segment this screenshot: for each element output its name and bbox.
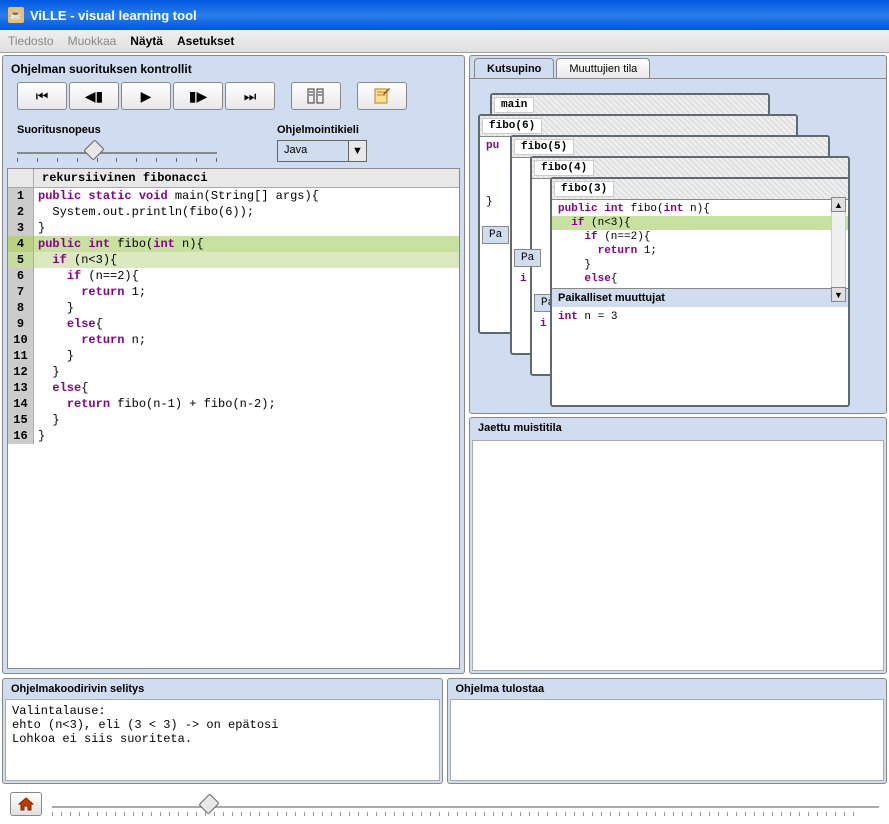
- callstack-content: main fibo(6) pu } fibo(5) fibo(4) Pa Pa …: [470, 78, 886, 413]
- frame-title: fibo(3): [554, 181, 614, 197]
- code-line[interactable]: 5 if (n<3){: [8, 252, 459, 268]
- peek-pa: Pa: [482, 226, 509, 244]
- shared-memory-body: [472, 440, 884, 671]
- explanation-body: Valintalause: ehto (n<3), eli (3 < 3) ->…: [5, 699, 440, 781]
- window-title: ViLLE - visual learning tool: [30, 8, 197, 23]
- controls-row: ⏮ ◀▮ ▶ ▮▶ ⏭: [3, 82, 464, 118]
- code-line[interactable]: 11 }: [8, 348, 459, 364]
- speed-label: Suoritusnopeus: [17, 124, 217, 136]
- frame-title: fibo(6): [482, 118, 542, 134]
- speed-col: Suoritusnopeus: [17, 124, 217, 160]
- tab-row: Kutsupino Muuttujien tila: [470, 56, 886, 79]
- menubar: Tiedosto Muokkaa Näytä Asetukset: [0, 30, 889, 53]
- language-select[interactable]: Java ▼: [277, 140, 367, 162]
- compare-button[interactable]: [291, 82, 341, 110]
- code-line[interactable]: 13 else{: [8, 380, 459, 396]
- play-button[interactable]: ▶: [121, 82, 171, 110]
- home-button[interactable]: [10, 792, 42, 816]
- locals-header: Paikalliset muuttujat: [552, 288, 848, 307]
- code-line[interactable]: 10 return n;: [8, 332, 459, 348]
- output-title: Ohjelma tulostaa: [448, 679, 887, 699]
- home-icon: [18, 797, 34, 811]
- speed-slider[interactable]: [17, 140, 217, 160]
- language-value: Java: [278, 141, 348, 161]
- fast-forward-button[interactable]: ⏭: [225, 82, 275, 110]
- code-line[interactable]: 4public int fibo(int n){: [8, 236, 459, 252]
- frame-title: fibo(4): [534, 160, 594, 176]
- peek-pa2: Pa: [514, 249, 541, 267]
- locals-body: int n = 3: [552, 307, 848, 327]
- shared-memory-panel: Jaettu muistitila: [469, 417, 887, 674]
- java-icon: ☕: [8, 7, 24, 23]
- scroll-up-icon[interactable]: ▲: [831, 197, 846, 212]
- edit-document-button[interactable]: [357, 82, 407, 110]
- step-back-button[interactable]: ◀▮: [69, 82, 119, 110]
- compare-icon: [307, 88, 325, 104]
- code-line[interactable]: 8 }: [8, 300, 459, 316]
- window-titlebar: ☕ ViLLE - visual learning tool: [0, 0, 889, 30]
- progress-slider[interactable]: [52, 794, 879, 814]
- menu-edit[interactable]: Muokkaa: [68, 34, 117, 48]
- code-line[interactable]: 15 }: [8, 412, 459, 428]
- code-line[interactable]: 1public static void main(String[] args){: [8, 188, 459, 204]
- explanation-panel: Ohjelmakoodirivin selitys Valintalause: …: [2, 678, 443, 784]
- footer: [0, 786, 889, 822]
- menu-settings[interactable]: Asetukset: [177, 34, 234, 48]
- code-line[interactable]: 9 else{: [8, 316, 459, 332]
- lang-col: Ohjelmointikieli Java ▼: [277, 124, 367, 162]
- code-line[interactable]: 3}: [8, 220, 459, 236]
- stack-frame-fibo3-top[interactable]: fibo(3) public int fibo(int n){ if (n<3)…: [550, 177, 850, 407]
- code-editor: rekursiivinen fibonacci 1public static v…: [7, 168, 460, 669]
- bottom-area: Ohjelmakoodirivin selitys Valintalause: …: [0, 676, 889, 786]
- code-line[interactable]: 12 }: [8, 364, 459, 380]
- frame-title: main: [494, 97, 534, 113]
- edit-document-icon: [373, 88, 391, 104]
- shared-memory-title: Jaettu muistitila: [470, 418, 886, 438]
- tab-callstack[interactable]: Kutsupino: [474, 58, 554, 79]
- code-line[interactable]: 2 System.out.println(fibo(6));: [8, 204, 459, 220]
- step-forward-button[interactable]: ▮▶: [173, 82, 223, 110]
- tab-variables[interactable]: Muuttujien tila: [556, 58, 650, 79]
- explanation-title: Ohjelmakoodirivin selitys: [3, 679, 442, 699]
- code-line[interactable]: 6 if (n==2){: [8, 268, 459, 284]
- rewind-button[interactable]: ⏮: [17, 82, 67, 110]
- code-line[interactable]: 16}: [8, 428, 459, 444]
- code-line[interactable]: 14 return fibo(n-1) + fibo(n-2);: [8, 396, 459, 412]
- scrollbar-track[interactable]: [831, 212, 846, 287]
- frame-title: fibo(5): [514, 139, 574, 155]
- config-row: Suoritusnopeus Ohjelmointikieli Java ▼: [3, 118, 464, 168]
- callstack-panel: Kutsupino Muuttujien tila main fibo(6) p…: [469, 55, 887, 414]
- main-area: Ohjelman suorituksen kontrollit ⏮ ◀▮ ▶ ▮…: [0, 53, 889, 676]
- menu-view[interactable]: Näytä: [130, 34, 163, 48]
- output-body: [450, 699, 885, 781]
- peek-i: i: [514, 271, 533, 287]
- output-panel: Ohjelma tulostaa: [447, 678, 888, 784]
- code-line[interactable]: 7 return 1;: [8, 284, 459, 300]
- menu-file[interactable]: Tiedosto: [8, 34, 54, 48]
- lang-label: Ohjelmointikieli: [277, 124, 367, 136]
- scroll-down-icon[interactable]: ▼: [831, 287, 846, 302]
- code-title: rekursiivinen fibonacci: [34, 169, 459, 187]
- right-panel: Kutsupino Muuttujien tila main fibo(6) p…: [469, 55, 887, 674]
- left-panel: Ohjelman suorituksen kontrollit ⏮ ◀▮ ▶ ▮…: [2, 55, 465, 674]
- dropdown-icon[interactable]: ▼: [348, 141, 366, 161]
- controls-title: Ohjelman suorituksen kontrollit: [3, 56, 464, 82]
